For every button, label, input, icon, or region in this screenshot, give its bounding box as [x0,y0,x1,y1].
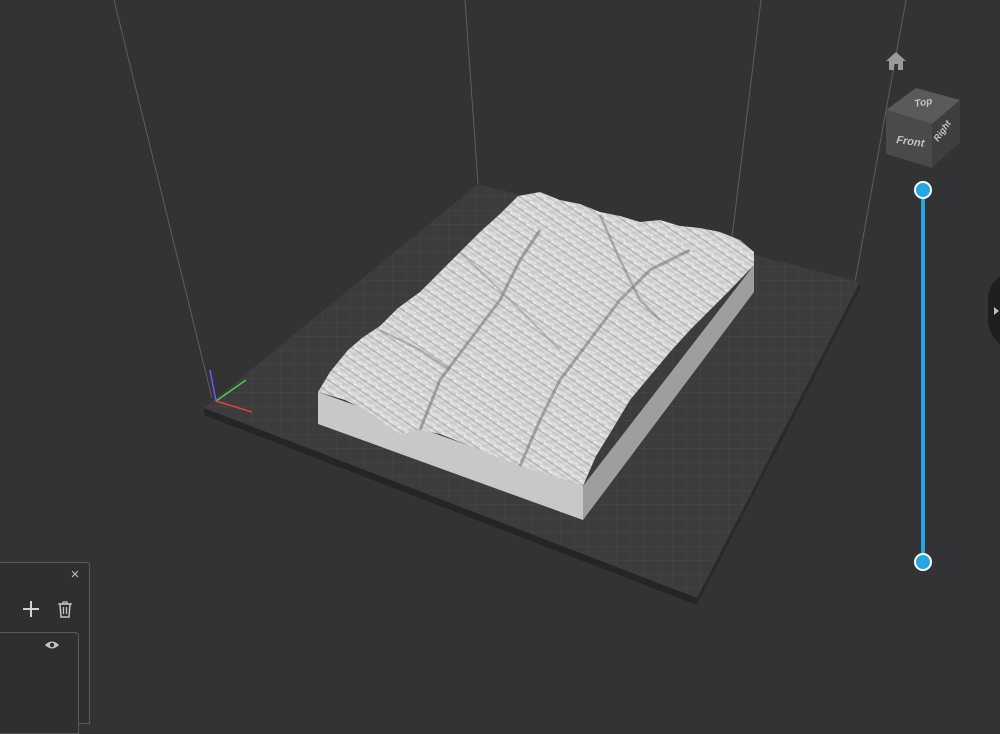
close-icon[interactable]: × [67,567,83,583]
layer-slider-upper-handle[interactable] [914,181,932,199]
object-list [0,632,79,734]
home-view-icon[interactable] [884,50,908,72]
3d-viewport[interactable]: Top Front Right × [0,0,1000,734]
plus-icon[interactable] [21,599,41,619]
trash-icon[interactable] [55,599,75,619]
chevron-right-icon [994,307,999,315]
layer-range-slider[interactable] [912,178,934,574]
layer-slider-track[interactable] [921,190,925,562]
view-cube[interactable]: Top Front Right [882,80,964,172]
layer-slider-lower-handle[interactable] [914,553,932,571]
build-volume-scene [113,0,907,605]
objects-panel: × [0,562,90,734]
eye-icon[interactable] [44,639,60,651]
